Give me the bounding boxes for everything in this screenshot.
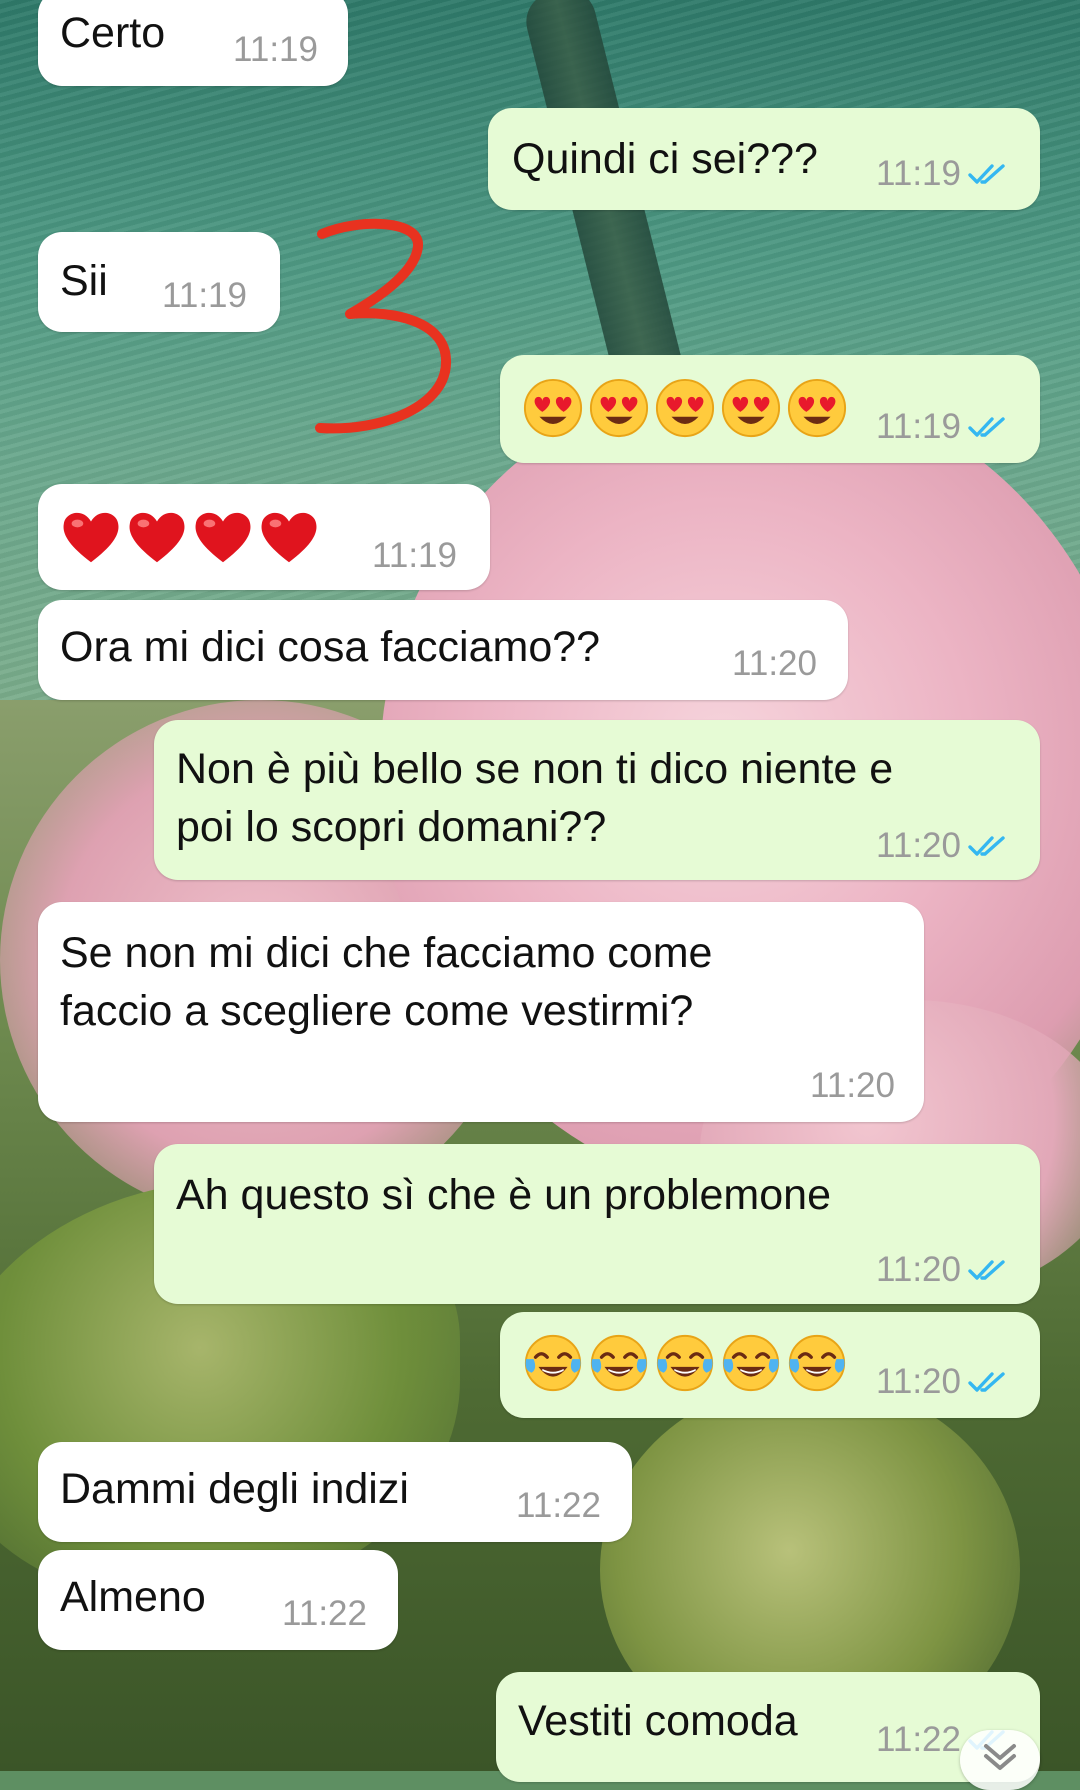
tears-of-joy-emoji-icon — [524, 1334, 582, 1392]
handwritten-annotation-3 — [315, 218, 452, 434]
heart-eyes-emoji-icon — [721, 378, 781, 438]
message-meta: 11:22 — [282, 1594, 367, 1634]
message-meta: 11:20 — [876, 826, 1009, 866]
message-incoming[interactable]: Almeno 11:22 — [38, 1550, 398, 1650]
message-text: Sii — [60, 257, 108, 305]
message-time: 11:20 — [810, 1066, 895, 1105]
message-text: Almeno — [60, 1573, 206, 1621]
double-check-icon — [968, 1260, 1005, 1280]
message-incoming[interactable]: Ora mi dici cosa facciamo?? 11:20 — [38, 600, 848, 700]
message-meta: 11:19 — [876, 154, 1009, 194]
message-incoming[interactable]: Certo 11:19 — [38, 0, 348, 86]
chevron-down-icon — [984, 1744, 1016, 1770]
message-time: 11:19 — [876, 407, 961, 446]
message-emojis — [60, 506, 320, 568]
red-heart-emoji-icon — [195, 512, 251, 563]
double-check-icon — [968, 836, 1005, 856]
message-text-line: poi lo scopri domani?? — [176, 803, 607, 851]
message-outgoing[interactable]: 11:20 — [500, 1312, 1040, 1418]
message-text-line: Se non mi dici che facciamo come — [60, 929, 713, 977]
message-meta: 11:20 — [876, 1362, 1009, 1402]
message-meta: 11:20 — [732, 644, 817, 684]
message-text: Certo — [60, 9, 166, 57]
message-time: 11:19 — [372, 536, 457, 575]
message-time: 11:20 — [732, 644, 817, 683]
tears-of-joy-emoji-icon — [788, 1334, 846, 1392]
message-outgoing[interactable]: Quindi ci sei??? 11:19 — [488, 108, 1040, 210]
message-outgoing[interactable]: 11:19 — [500, 355, 1040, 463]
message-time: 11:22 — [282, 1594, 367, 1633]
message-time: 11:20 — [876, 826, 961, 865]
message-meta: 11:19 — [372, 536, 457, 576]
message-meta: 11:20 — [810, 1066, 895, 1106]
message-text-line: Non è più bello se non ti dico niente e — [176, 745, 894, 793]
message-time: 11:20 — [876, 1250, 961, 1289]
message-time: 11:22 — [516, 1486, 601, 1525]
heart-eyes-emoji-icon — [589, 378, 649, 438]
message-incoming[interactable]: Dammi degli indizi 11:22 — [38, 1442, 632, 1542]
message-incoming[interactable]: 11:19 — [38, 484, 490, 590]
message-incoming[interactable]: Sii 11:19 — [38, 232, 280, 332]
message-emojis — [522, 377, 848, 439]
message-time: 11:19 — [876, 154, 961, 193]
message-time: 11:20 — [876, 1362, 961, 1401]
message-meta: 11:22 — [516, 1486, 601, 1526]
heart-eyes-emoji-icon — [655, 378, 715, 438]
red-heart-emoji-icon — [261, 512, 317, 563]
double-check-icon — [968, 1372, 1005, 1392]
heart-eyes-emoji-icon — [787, 378, 847, 438]
message-text: Vestiti comoda — [518, 1697, 798, 1745]
message-time: 11:19 — [233, 30, 318, 69]
message-text-line: faccio a scegliere come vestirmi? — [60, 987, 694, 1035]
message-meta: 11:19 — [233, 30, 318, 70]
heart-eyes-emoji-icon — [523, 378, 583, 438]
message-incoming[interactable]: Se non mi dici che facciamo come faccio … — [38, 902, 924, 1122]
message-outgoing[interactable]: Vestiti comoda 11:22 — [496, 1672, 1040, 1782]
message-time: 11:22 — [876, 1720, 961, 1759]
double-check-icon — [968, 417, 1005, 437]
message-meta: 11:20 — [876, 1250, 1009, 1290]
red-heart-emoji-icon — [129, 512, 185, 563]
double-check-icon — [968, 164, 1005, 184]
tears-of-joy-emoji-icon — [590, 1334, 648, 1392]
message-text: Ah questo sì che è un problemone — [176, 1171, 831, 1219]
message-meta: 11:19 — [876, 407, 1009, 447]
tears-of-joy-emoji-icon — [722, 1334, 780, 1392]
message-time: 11:19 — [162, 276, 247, 315]
message-meta: 11:19 — [162, 276, 247, 316]
message-emojis — [522, 1332, 848, 1394]
message-outgoing[interactable]: Non è più bello se non ti dico niente e … — [154, 720, 1040, 880]
red-heart-emoji-icon — [63, 512, 119, 563]
message-text: Dammi degli indizi — [60, 1465, 409, 1513]
scroll-to-bottom-button[interactable] — [960, 1730, 1040, 1790]
message-outgoing[interactable]: Ah questo sì che è un problemone 11:20 — [154, 1144, 1040, 1304]
message-text: Quindi ci sei??? — [512, 135, 818, 183]
tears-of-joy-emoji-icon — [656, 1334, 714, 1392]
message-text: Ora mi dici cosa facciamo?? — [60, 623, 601, 671]
